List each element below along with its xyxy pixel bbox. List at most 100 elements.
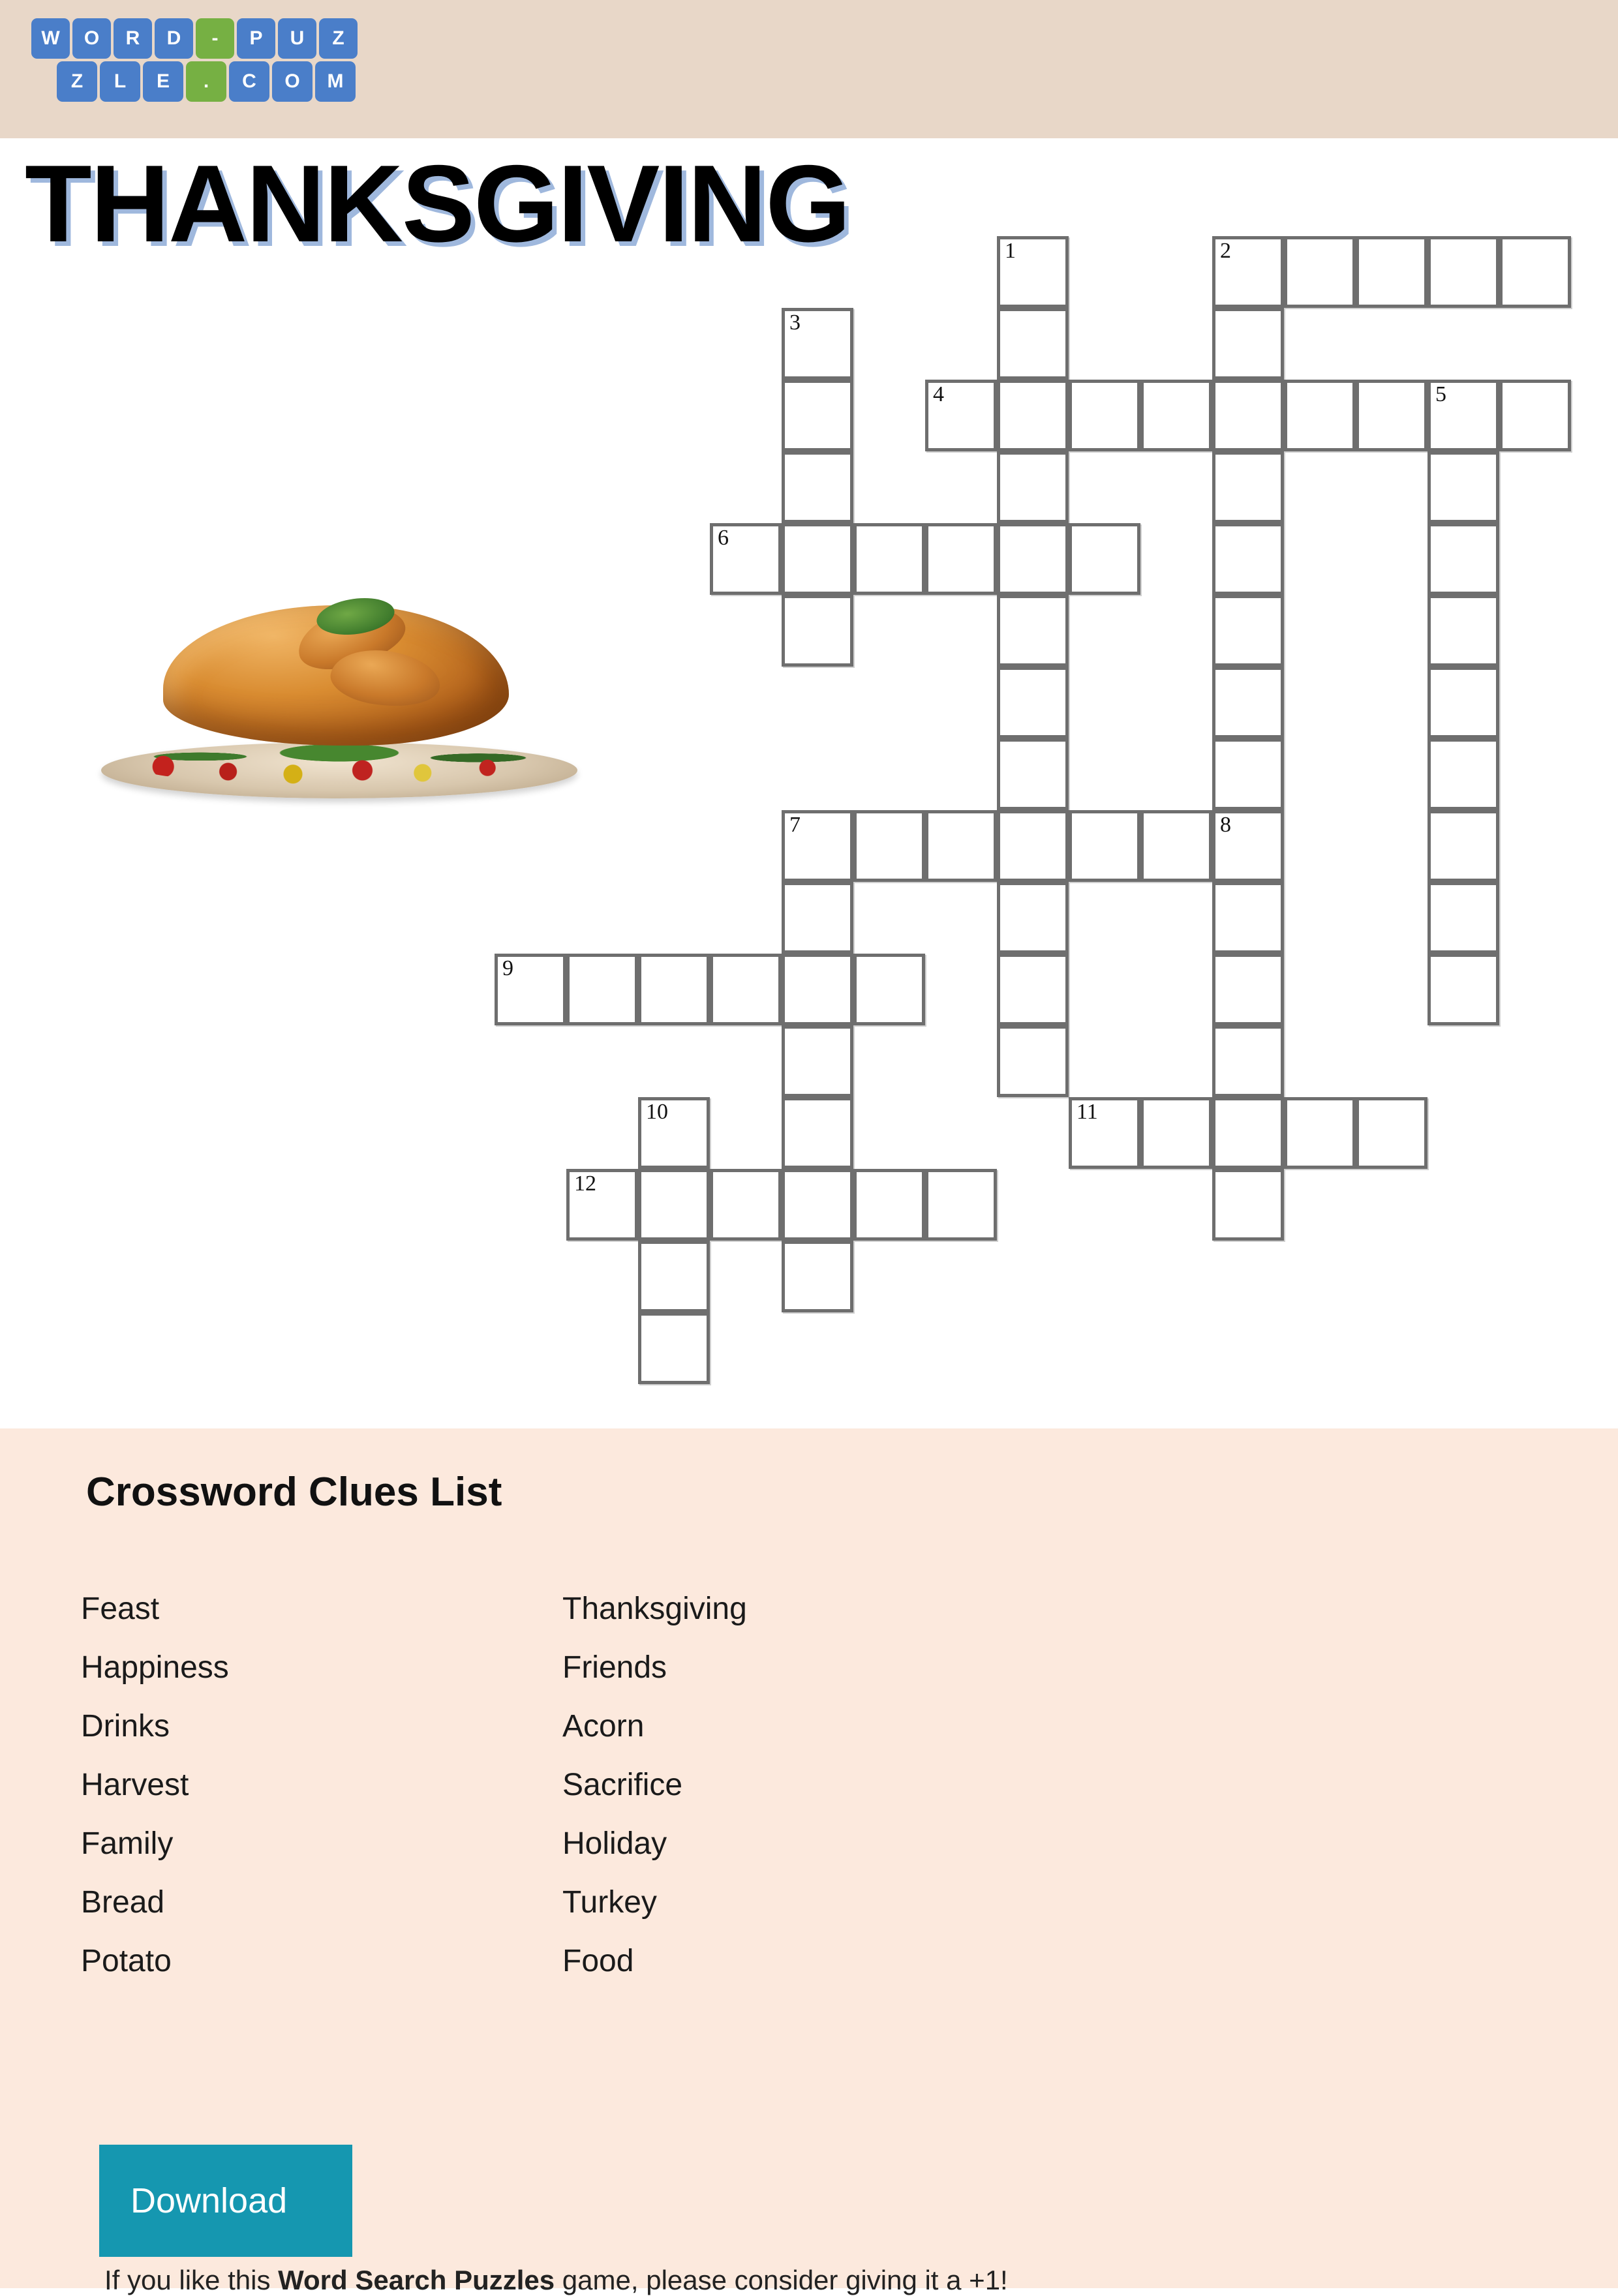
crossword-cell[interactable] [1284, 1097, 1356, 1169]
cell-number: 3 [789, 310, 801, 335]
crossword-cell[interactable] [1212, 380, 1284, 451]
crossword-cell-start[interactable]: 2 [1212, 236, 1284, 308]
crossword-cell[interactable] [1427, 810, 1499, 882]
crossword-cell[interactable] [997, 308, 1069, 380]
clue-item: Friends [562, 1650, 667, 1685]
crossword-cell[interactable] [853, 810, 925, 882]
crossword-cell-start[interactable]: 5 [1427, 380, 1499, 451]
clue-item: Happiness [81, 1650, 229, 1685]
crossword-cell[interactable] [1069, 523, 1140, 595]
crossword-cell[interactable] [997, 451, 1069, 523]
crossword-cell[interactable] [1212, 451, 1284, 523]
crossword-cell[interactable] [997, 882, 1069, 954]
crossword-cell-start[interactable]: 6 [710, 523, 782, 595]
crossword-cell[interactable] [997, 380, 1069, 451]
cell-number: 10 [646, 1100, 668, 1124]
crossword-cell[interactable] [1140, 380, 1212, 451]
crossword-cell[interactable] [782, 1097, 853, 1169]
crossword-cell[interactable] [1140, 1097, 1212, 1169]
crossword-cell[interactable] [925, 1169, 997, 1241]
crossword-cell[interactable] [1356, 1097, 1427, 1169]
crossword-cell-start[interactable]: 11 [1069, 1097, 1140, 1169]
crossword-cell[interactable] [853, 954, 925, 1025]
cell-number: 5 [1435, 382, 1446, 406]
crossword-cell[interactable] [782, 451, 853, 523]
crossword-cell[interactable] [997, 667, 1069, 738]
crossword-grid[interactable]: 1 2 3 4 5 6 7 8 9 10 11 12 [0, 0, 1618, 1428]
crossword-cell[interactable] [1212, 595, 1284, 667]
crossword-cell[interactable] [782, 523, 853, 595]
crossword-cell[interactable] [1427, 451, 1499, 523]
crossword-cell[interactable] [853, 523, 925, 595]
crossword-cell[interactable] [997, 1025, 1069, 1097]
crossword-cell[interactable] [1069, 810, 1140, 882]
crossword-cell[interactable] [638, 1312, 710, 1384]
crossword-cell[interactable] [782, 380, 853, 451]
crossword-cell[interactable] [710, 1169, 782, 1241]
crossword-cell[interactable] [638, 954, 710, 1025]
crossword-cell[interactable] [782, 954, 853, 1025]
clue-item: Holiday [562, 1826, 667, 1861]
crossword-cell[interactable] [566, 954, 638, 1025]
crossword-cell[interactable] [1212, 1097, 1284, 1169]
crossword-cell[interactable] [782, 1241, 853, 1312]
crossword-cell[interactable] [782, 595, 853, 667]
crossword-cell[interactable] [1427, 882, 1499, 954]
crossword-cell[interactable] [1427, 523, 1499, 595]
crossword-cell[interactable] [997, 738, 1069, 810]
crossword-cell[interactable] [997, 810, 1069, 882]
crossword-cell[interactable] [1212, 954, 1284, 1025]
crossword-cell[interactable] [782, 1025, 853, 1097]
crossword-cell-start[interactable]: 10 [638, 1097, 710, 1169]
footer-note-prefix: If you like this [104, 2265, 279, 2295]
crossword-cell[interactable] [782, 882, 853, 954]
crossword-cell[interactable] [925, 810, 997, 882]
crossword-cell[interactable] [1284, 236, 1356, 308]
crossword-cell[interactable] [638, 1241, 710, 1312]
clue-item: Food [562, 1944, 634, 1978]
crossword-cell[interactable] [1356, 236, 1427, 308]
crossword-cell[interactable] [1212, 738, 1284, 810]
crossword-cell[interactable] [1284, 380, 1356, 451]
crossword-cell[interactable] [1356, 380, 1427, 451]
crossword-cell-start[interactable]: 12 [566, 1169, 638, 1241]
crossword-cell[interactable] [1499, 236, 1571, 308]
crossword-cell[interactable] [925, 523, 997, 595]
crossword-cell[interactable] [1427, 738, 1499, 810]
crossword-cell[interactable] [638, 1169, 710, 1241]
crossword-cell[interactable] [997, 595, 1069, 667]
crossword-cell[interactable] [1499, 380, 1571, 451]
clue-item: Potato [81, 1944, 172, 1978]
crossword-cell[interactable] [1427, 236, 1499, 308]
crossword-cell[interactable] [1427, 954, 1499, 1025]
crossword-cell[interactable] [710, 954, 782, 1025]
cell-number: 8 [1220, 813, 1231, 837]
crossword-cell-start[interactable]: 4 [925, 380, 997, 451]
crossword-cell[interactable] [1212, 882, 1284, 954]
crossword-cell-start[interactable]: 1 [997, 236, 1069, 308]
crossword-cell[interactable] [997, 954, 1069, 1025]
crossword-cell[interactable] [1212, 308, 1284, 380]
cell-number: 12 [574, 1171, 596, 1196]
crossword-cell[interactable] [853, 1169, 925, 1241]
crossword-cell[interactable] [1212, 1169, 1284, 1241]
crossword-cell-start[interactable]: 7 [782, 810, 853, 882]
crossword-cell[interactable] [782, 1169, 853, 1241]
crossword-cell[interactable] [1069, 380, 1140, 451]
crossword-cell[interactable] [1212, 667, 1284, 738]
crossword-cell[interactable] [1427, 667, 1499, 738]
crossword-cell[interactable] [1427, 595, 1499, 667]
cell-number: 9 [502, 956, 513, 980]
crossword-cell-start[interactable]: 9 [495, 954, 566, 1025]
crossword-cell[interactable] [1140, 810, 1212, 882]
crossword-cell-start[interactable]: 3 [782, 308, 853, 380]
crossword-cell[interactable] [1212, 1025, 1284, 1097]
crossword-cell[interactable] [1212, 523, 1284, 595]
clue-item: Drinks [81, 1709, 170, 1744]
clue-item: Harvest [81, 1768, 189, 1802]
cell-number: 4 [933, 382, 944, 406]
crossword-cell-start[interactable]: 8 [1212, 810, 1284, 882]
crossword-cell[interactable] [997, 523, 1069, 595]
download-button[interactable]: Download [99, 2145, 352, 2257]
cell-number: 1 [1005, 239, 1016, 263]
